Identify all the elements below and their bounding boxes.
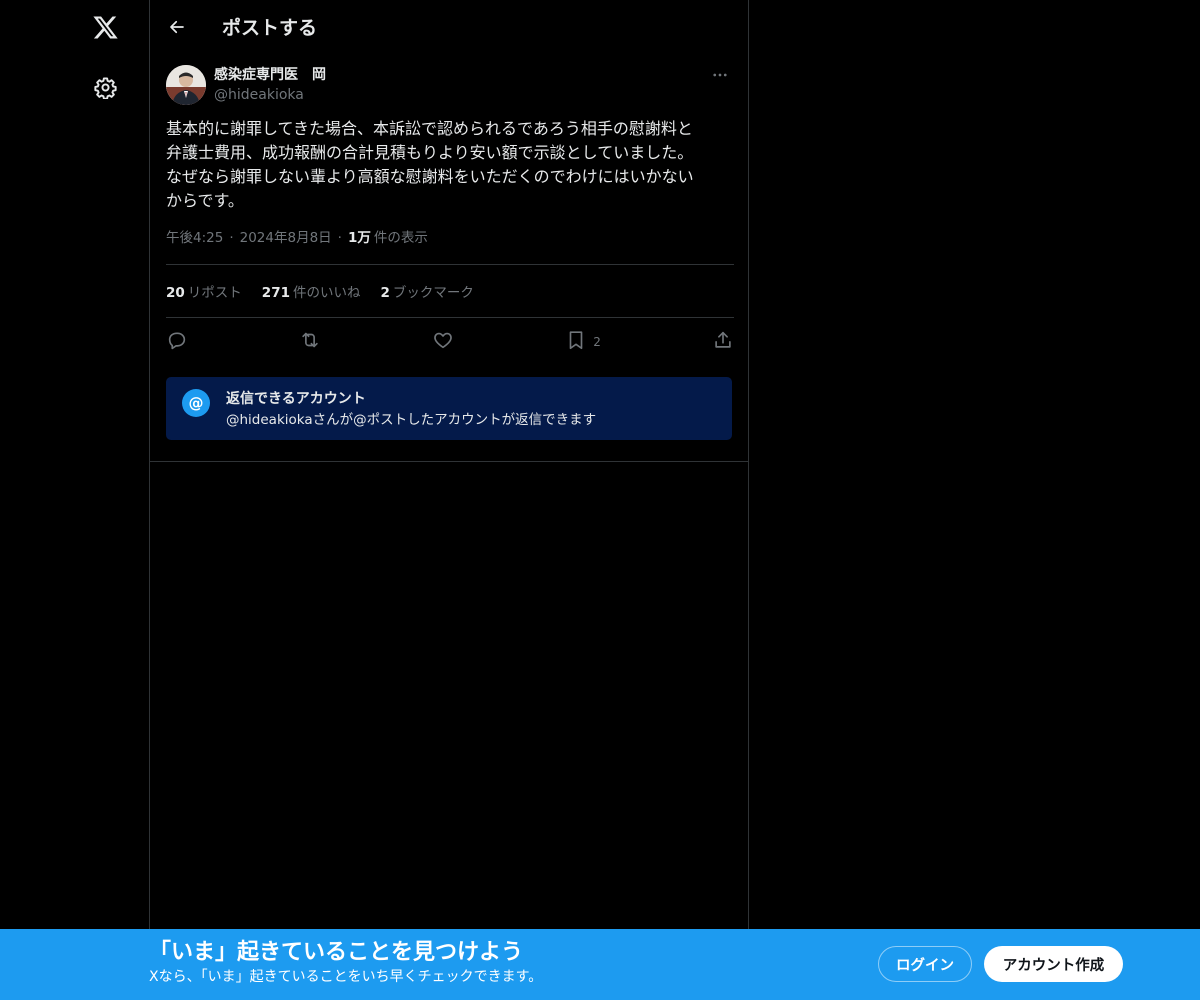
author-handle[interactable]: @hideakioka [214,85,326,105]
reply-restriction-title: 返信できるアカウント [226,391,366,407]
left-nav [78,0,132,930]
reply-restriction-card: @ 返信できるアカウント @hideakiokaさんが@ポストしたアカウントが返… [166,377,732,440]
bookmark-count: 2 [593,335,601,349]
heart-icon [432,329,454,355]
banner-subtitle: Xなら、「いま」起きていることをいち早くチェックできます。 [149,969,543,985]
like-button[interactable] [432,325,454,359]
bookmarks-count: 2 [380,285,390,301]
repost-button[interactable] [299,325,321,359]
share-icon [712,329,734,355]
action-bar: 2 [166,318,734,366]
bookmarks-label: ブックマーク [392,285,474,301]
likes-count: 271 [261,285,290,301]
x-logo-icon[interactable] [82,4,128,50]
arrow-left-icon[interactable] [166,16,188,38]
author-meta: 感染症専門医 岡 @hideakioka [214,65,326,105]
reply-restriction-texts: 返信できるアカウント @hideakiokaさんが@ポストしたアカウントが返信で… [226,389,596,431]
views-count: 1万 [347,230,371,246]
post: 感染症専門医 岡 @hideakioka 基本的に謝罪してきた場合、本訴訟で認め… [150,53,748,440]
signup-banner: 「いま」起きていることを見つけよう Xなら、「いま」起きていることをいち早くチェ… [0,929,1200,1000]
likes-label: 件のいいね [292,285,361,301]
author-row: 感染症専門医 岡 @hideakioka [166,65,732,105]
post-time[interactable]: 午後4:25 [166,228,223,248]
more-options-icon[interactable] [708,65,732,85]
page-header: ポストする [150,0,748,53]
meta-separator: · [229,230,234,246]
reply-icon [166,329,188,355]
app-root: ポストする 感染症専門医 岡 @hideakioka 基本的に謝罪してきた場合、… [0,0,1200,1000]
post-meta: 午後4:25 · 2024年8月8日 · 1万 件の表示 [166,228,732,248]
login-button[interactable]: ログイン [878,946,972,982]
reply-restriction-subtitle: @hideakiokaさんが@ポストしたアカウントが返信できます [226,412,597,428]
bookmark-button[interactable]: 2 [565,325,601,359]
share-button[interactable] [712,325,734,359]
banner-texts: 「いま」起きていることを見つけよう Xなら、「いま」起きていることをいち早くチェ… [149,939,542,987]
reposts-stat[interactable]: 20 リポスト [166,281,242,301]
avatar[interactable] [166,65,206,105]
page-title: ポストする [222,17,318,39]
bookmark-icon [565,329,587,355]
engagement-stats: 20 リポスト 271 件のいいね 2 ブックマーク [166,265,732,317]
signup-button[interactable]: アカウント作成 [984,946,1123,982]
post-date[interactable]: 2024年8月8日 [240,228,332,248]
gear-icon[interactable] [82,64,128,110]
repost-icon [299,329,321,355]
likes-stat[interactable]: 271 件のいいね [262,281,361,301]
divider [150,461,749,462]
reposts-count: 20 [166,285,185,301]
meta-separator: · [337,230,342,246]
main-column: ポストする 感染症専門医 岡 @hideakioka 基本的に謝罪してきた場合、… [149,0,749,930]
reposts-label: リポスト [187,285,242,301]
post-text: 基本的に謝罪してきた場合、本訴訟で認められるであろう相手の慰謝料と 弁護士費用、… [166,119,694,210]
views-label: 件の表示 [373,230,428,246]
bookmarks-stat[interactable]: 2 ブックマーク [380,281,473,301]
reply-button[interactable] [166,325,188,359]
author-name[interactable]: 感染症専門医 岡 [214,65,326,85]
banner-title: 「いま」起きていることを見つけよう [149,940,524,965]
at-sign-icon: @ [182,389,210,417]
